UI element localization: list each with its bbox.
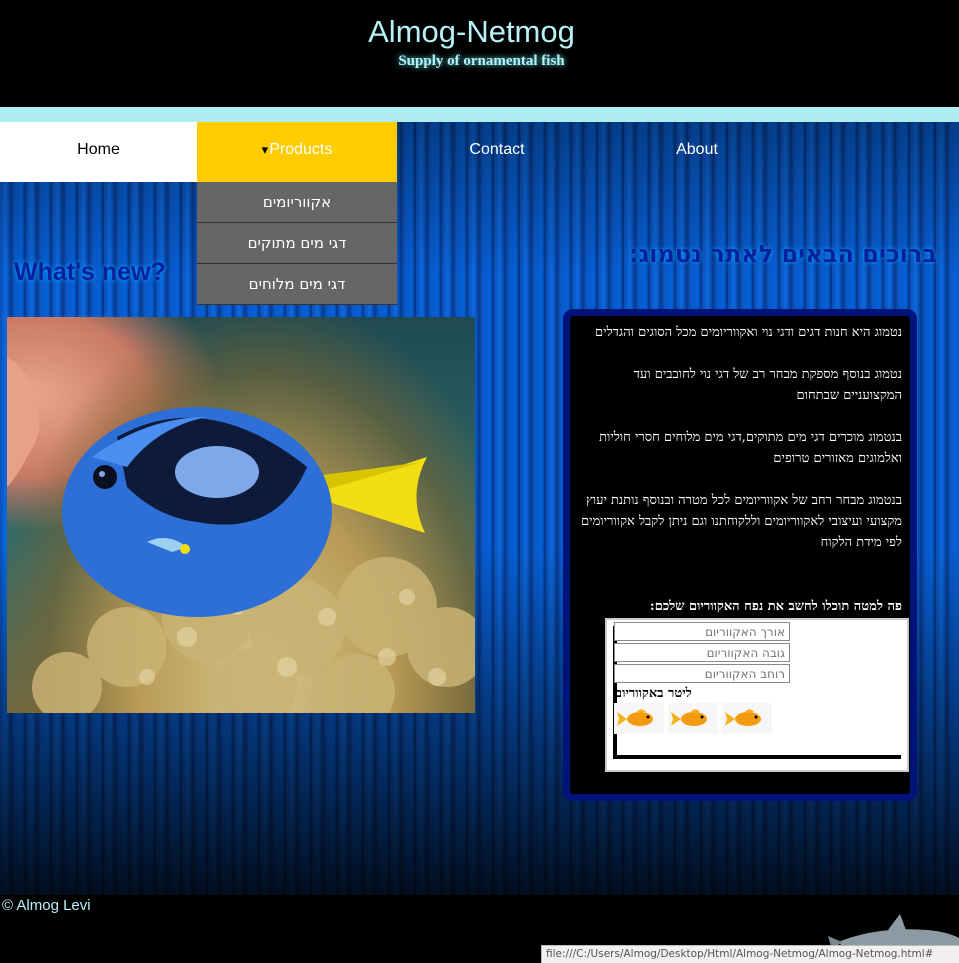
blue-tang-fish-image [7,317,475,713]
info-paragraph: בנטמוג מבחר רחב של אקווריומים לכל מטרה ו… [581,493,902,550]
nav-products[interactable]: ▾Products [197,122,397,182]
info-paragraph: בנטמוג מוכרים דגי מים מתוקים,דגי מים מלו… [599,430,902,466]
aquarium-length-input[interactable] [614,622,790,641]
goldfish-button[interactable] [614,703,664,734]
goldfish-icon [725,709,761,726]
products-dropdown: אקווריומים דגי מים מתוקים דגי מים מלוחים [197,182,397,305]
nav-home-label: Home [77,141,120,158]
site-header: Almog-Netmog Supply of ornamental fish [0,0,959,107]
nav-about-label: About [676,141,718,158]
whats-new-heading: What's new? [14,258,166,286]
nav-contact-label: Contact [469,141,525,158]
goldfish-icon [671,709,707,726]
caret-down-icon: ▾ [261,142,269,157]
site-title: Almog-Netmog [368,14,575,49]
info-paragraph: נטמוג בנוסף מספקת מבחר רב של דגי נוי לחו… [633,367,902,403]
site-subtitle: Supply of ornamental fish [398,53,565,69]
main-nav: Home ▾Products Contact About [0,122,959,182]
goldfish-icon [617,709,653,726]
dropdown-item-freshwater-fish[interactable]: דגי מים מתוקים [197,223,397,264]
dropdown-item-saltwater-fish[interactable]: דגי מים מלוחים [197,264,397,305]
copyright-text: © Almog Levi [2,897,91,914]
info-paragraph: נטמוג היא חנות דגים ודגי נוי ואקווריומים… [595,325,902,340]
liter-result-label: ליטר באקווריום [614,686,692,701]
nav-home[interactable]: Home [0,122,197,182]
nav-contact[interactable]: Contact [397,122,597,182]
fish-illustration [7,357,475,713]
calculator-title: פה למטה תוכלו לחשב את נפח האקווריום שלכם… [649,599,902,614]
dropdown-item-aquariums[interactable]: אקווריומים [197,182,397,223]
nav-products-label: Products [269,141,333,158]
aquarium-width-input[interactable] [614,664,790,683]
welcome-heading: ברוכים הבאים לאתר נטמוג: [628,240,937,268]
goldfish-button[interactable] [668,703,718,734]
nav-about[interactable]: About [597,122,797,182]
aquarium-height-input[interactable] [614,643,790,662]
browser-status-bar: file:///C:/Users/Almog/Desktop/Html/Almo… [541,945,959,963]
header-divider [0,107,959,122]
goldfish-button[interactable] [722,703,772,734]
info-text: נטמוג היא חנות דגים ודגי נוי ואקווריומים… [572,322,902,574]
